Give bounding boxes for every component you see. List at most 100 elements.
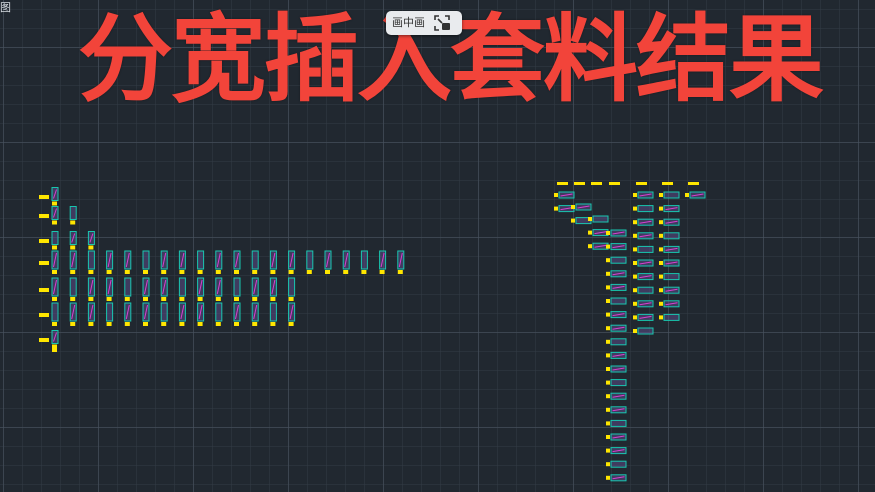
pip-exit-icon bbox=[434, 15, 450, 31]
stock-marker bbox=[343, 270, 349, 274]
stock-marker bbox=[39, 214, 49, 218]
stock-marker bbox=[379, 270, 385, 274]
stock-marker bbox=[252, 270, 258, 274]
stock-marker bbox=[574, 182, 585, 185]
nested-part bbox=[637, 327, 654, 335]
stock-marker bbox=[606, 326, 610, 331]
cad-drawing-canvas[interactable]: 图 分宽插入套料结果 画中画 bbox=[0, 0, 875, 492]
nested-part bbox=[663, 191, 680, 199]
stock-marker bbox=[606, 448, 610, 453]
nested-part bbox=[610, 379, 627, 387]
stock-marker bbox=[659, 193, 663, 197]
stock-marker bbox=[106, 297, 112, 301]
stock-marker bbox=[306, 270, 312, 274]
nested-part bbox=[663, 313, 680, 321]
nested-part bbox=[197, 250, 205, 270]
stock-marker bbox=[215, 270, 221, 274]
stock-marker bbox=[88, 297, 94, 301]
stock-marker bbox=[124, 297, 130, 301]
stock-marker bbox=[633, 193, 637, 197]
stock-marker bbox=[179, 297, 185, 301]
stock-marker bbox=[659, 206, 663, 211]
nested-part bbox=[610, 297, 627, 305]
stock-marker bbox=[234, 297, 239, 301]
stock-marker bbox=[554, 193, 558, 197]
stock-marker bbox=[606, 462, 610, 467]
stock-marker bbox=[215, 297, 221, 301]
nested-part bbox=[124, 277, 132, 297]
nested-part bbox=[87, 250, 95, 270]
stock-marker bbox=[143, 322, 148, 326]
stock-marker bbox=[39, 195, 49, 199]
stock-marker bbox=[52, 344, 57, 349]
nested-part bbox=[288, 277, 296, 297]
nested-part bbox=[251, 250, 259, 270]
stock-marker bbox=[633, 274, 637, 279]
stock-marker bbox=[588, 230, 592, 235]
stock-marker bbox=[571, 205, 575, 209]
stock-marker bbox=[557, 182, 568, 185]
stock-marker bbox=[161, 322, 167, 326]
nested-part bbox=[215, 302, 223, 322]
nested-part bbox=[637, 286, 654, 294]
nested-part bbox=[106, 302, 114, 322]
stock-marker bbox=[659, 274, 663, 279]
nested-part bbox=[269, 302, 277, 322]
stock-marker bbox=[252, 297, 258, 301]
stock-marker bbox=[52, 245, 57, 250]
stock-marker bbox=[606, 244, 610, 249]
stock-marker bbox=[606, 435, 610, 439]
stock-marker bbox=[288, 322, 294, 326]
stock-marker bbox=[39, 288, 49, 292]
stock-marker bbox=[609, 182, 620, 185]
stock-marker bbox=[270, 270, 276, 274]
nested-part bbox=[610, 338, 627, 346]
stock-marker bbox=[633, 315, 637, 320]
stock-marker bbox=[633, 288, 637, 293]
stock-marker bbox=[52, 201, 57, 206]
stock-marker bbox=[659, 315, 663, 320]
page-title: 分宽插入套料结果 bbox=[78, 5, 824, 115]
stock-marker bbox=[197, 322, 203, 326]
stock-marker bbox=[39, 261, 49, 265]
stock-marker bbox=[606, 299, 610, 303]
stock-marker bbox=[606, 258, 610, 263]
stock-marker bbox=[52, 348, 57, 352]
stock-marker bbox=[659, 220, 663, 225]
stock-marker bbox=[588, 217, 592, 221]
stock-marker bbox=[52, 297, 57, 301]
stock-marker bbox=[659, 233, 663, 238]
nested-part bbox=[142, 250, 150, 270]
nested-part bbox=[51, 231, 59, 245]
stock-marker bbox=[270, 322, 276, 326]
stock-marker bbox=[70, 297, 76, 301]
nested-part bbox=[637, 205, 654, 213]
stock-marker bbox=[52, 220, 57, 225]
stock-marker bbox=[606, 394, 610, 399]
stock-marker bbox=[70, 270, 76, 274]
stock-marker bbox=[88, 270, 94, 274]
nested-part bbox=[69, 206, 77, 220]
nested-part bbox=[637, 245, 654, 253]
stock-marker bbox=[606, 380, 610, 385]
stock-marker bbox=[606, 271, 610, 276]
stock-marker bbox=[52, 270, 57, 274]
stock-marker bbox=[633, 206, 637, 211]
stock-marker bbox=[197, 297, 203, 301]
stock-marker bbox=[659, 301, 663, 306]
stock-marker bbox=[659, 261, 663, 265]
stock-marker bbox=[215, 322, 221, 326]
stock-marker bbox=[161, 270, 167, 274]
stock-marker bbox=[685, 193, 689, 197]
stock-marker bbox=[234, 322, 239, 326]
picture-in-picture-button[interactable]: 画中画 bbox=[386, 11, 462, 35]
stock-marker bbox=[88, 322, 94, 326]
stock-marker bbox=[325, 270, 330, 274]
stock-marker bbox=[39, 239, 49, 243]
stock-marker bbox=[234, 270, 239, 274]
pip-button-label: 画中画 bbox=[392, 16, 425, 29]
nested-part bbox=[592, 215, 609, 223]
stock-marker bbox=[606, 407, 610, 412]
stock-marker bbox=[70, 220, 76, 225]
nested-part bbox=[306, 250, 314, 270]
